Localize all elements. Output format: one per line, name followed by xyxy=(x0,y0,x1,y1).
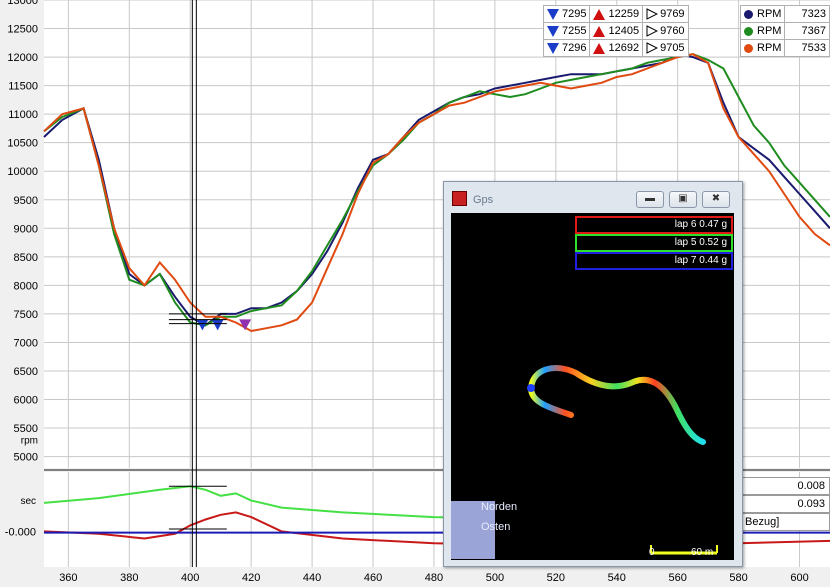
min-marker-icon xyxy=(547,25,559,37)
x-tick-label: 400 xyxy=(181,572,199,584)
stats-row: 7296 12692 9705 xyxy=(542,39,689,57)
rpm-legend: RPM 7323 RPM 7367 RPM 7533 xyxy=(739,5,830,57)
legend-value: 7533 xyxy=(784,39,830,57)
y-tick-label: 6500 xyxy=(14,366,38,378)
y-tick-label: 11000 xyxy=(8,109,38,121)
min-cell: 7296 xyxy=(542,39,591,57)
max-cell: 12405 xyxy=(589,22,644,40)
stats-row: 7255 12405 9760 xyxy=(542,22,689,40)
delta-value-1: 0.008 xyxy=(740,477,830,495)
legend-value: 7367 xyxy=(784,22,830,40)
max-marker-icon xyxy=(593,25,606,37)
max-value: 12692 xyxy=(608,42,640,54)
gps-track xyxy=(527,365,706,445)
min-marker-icon xyxy=(547,42,559,54)
y-tick-label: 11500 xyxy=(8,81,38,93)
legend-row[interactable]: RPM 7367 xyxy=(739,22,830,40)
y-axis-label: rpm xyxy=(21,435,38,446)
x-tick-label: 380 xyxy=(120,572,138,584)
legend-label-cell: RPM xyxy=(739,39,786,57)
avg-marker-icon xyxy=(646,42,659,54)
max-cell: 12692 xyxy=(589,39,644,57)
x-tick-label: 440 xyxy=(303,572,321,584)
legend-row[interactable]: RPM 7323 xyxy=(739,5,830,23)
gps-map[interactable]: lap 6 0.47 g lap 5 0.52 g lap 7 0.44 g N… xyxy=(451,213,734,560)
y-tick-label: 5500 xyxy=(14,423,38,435)
x-tick-label: 540 xyxy=(608,572,626,584)
x-tick-label: 600 xyxy=(790,572,808,584)
max-value: 12405 xyxy=(608,25,640,37)
gps-app-icon xyxy=(452,191,467,206)
avg-cell: 9705 xyxy=(642,39,689,57)
y-tick-label: 7500 xyxy=(14,309,38,321)
x-tick-label: 520 xyxy=(547,572,565,584)
y-tick-label: 12000 xyxy=(7,52,38,64)
legend-label-cell: RPM xyxy=(739,22,786,40)
gps-window[interactable]: Gps ▬ ▣ ✖ lap 6 0.47 g lap 5 0.52 g lap … xyxy=(443,181,743,567)
maximize-button[interactable]: ▣ xyxy=(669,191,697,208)
avg-cell: 9760 xyxy=(642,22,689,40)
lower-y-axis-label: sec xyxy=(20,496,36,507)
avg-value: 9705 xyxy=(660,41,685,54)
close-button[interactable]: ✖ xyxy=(702,191,730,208)
avg-marker-icon xyxy=(646,8,659,20)
position-marker xyxy=(527,384,535,392)
y-tick-label: 8500 xyxy=(14,252,38,264)
y-tick-label: 9000 xyxy=(14,223,38,235)
max-marker-icon xyxy=(593,8,606,20)
x-tick-label: 560 xyxy=(668,572,686,584)
max-value: 12259 xyxy=(608,8,640,20)
minimize-button[interactable]: ▬ xyxy=(636,191,664,208)
min-marker-icon xyxy=(547,8,559,20)
legend-label: RPM xyxy=(757,8,782,20)
x-tick-label: 500 xyxy=(486,572,504,584)
max-cell: 12259 xyxy=(589,5,644,23)
x-tick-label: 460 xyxy=(364,572,382,584)
delta-value-2: 0.093 xyxy=(740,495,830,513)
reference-label: Bezug] xyxy=(740,513,830,531)
lower-y-tick-label: -0.000 xyxy=(5,526,36,538)
legend-label: RPM xyxy=(757,42,782,54)
y-tick-label: 5000 xyxy=(14,452,38,464)
series-dot-icon xyxy=(744,26,753,36)
compass-north-label: Norden xyxy=(481,501,518,513)
legend-label-cell: RPM xyxy=(739,5,786,23)
min-value: 7295 xyxy=(562,8,587,20)
x-tick-label: 580 xyxy=(729,572,747,584)
legend-label: RPM xyxy=(757,25,782,37)
y-tick-label: 8000 xyxy=(14,280,38,292)
avg-value: 9760 xyxy=(660,24,685,37)
gps-titlebar[interactable]: Gps ▬ ▣ ✖ xyxy=(444,182,742,212)
gps-title: Gps xyxy=(473,194,494,206)
min-value: 7255 xyxy=(562,25,587,37)
scale-label-zero: 0 xyxy=(649,547,655,558)
max-marker-icon xyxy=(593,42,606,54)
y-tick-label: 6000 xyxy=(14,395,38,407)
series-dot-icon xyxy=(744,9,753,19)
y-tick-label: 13000 xyxy=(7,0,38,7)
stats-table: 7295 12259 9769 7255 12405 9760 7296 126… xyxy=(542,5,689,57)
x-tick-label: 360 xyxy=(59,572,77,584)
series-dot-icon xyxy=(744,43,753,53)
scale-label-end: 60 m xyxy=(691,547,714,558)
min-cell: 7295 xyxy=(542,5,591,23)
min-value: 7296 xyxy=(562,42,587,54)
avg-marker-icon xyxy=(646,25,659,37)
y-tick-label: 7000 xyxy=(14,337,38,349)
avg-cell: 9769 xyxy=(642,5,689,23)
compass-east-label: Osten xyxy=(481,521,511,533)
y-tick-label: 9500 xyxy=(14,195,38,207)
y-tick-label: 10500 xyxy=(7,138,38,150)
legend-row[interactable]: RPM 7533 xyxy=(739,39,830,57)
stats-row: 7295 12259 9769 xyxy=(542,5,689,23)
legend-value: 7323 xyxy=(784,5,830,23)
x-tick-label: 480 xyxy=(425,572,443,584)
x-tick-label: 420 xyxy=(242,572,260,584)
y-tick-label: 10000 xyxy=(7,166,38,178)
min-cell: 7255 xyxy=(542,22,591,40)
y-tick-label: 12500 xyxy=(7,24,38,36)
avg-value: 9769 xyxy=(660,7,685,20)
